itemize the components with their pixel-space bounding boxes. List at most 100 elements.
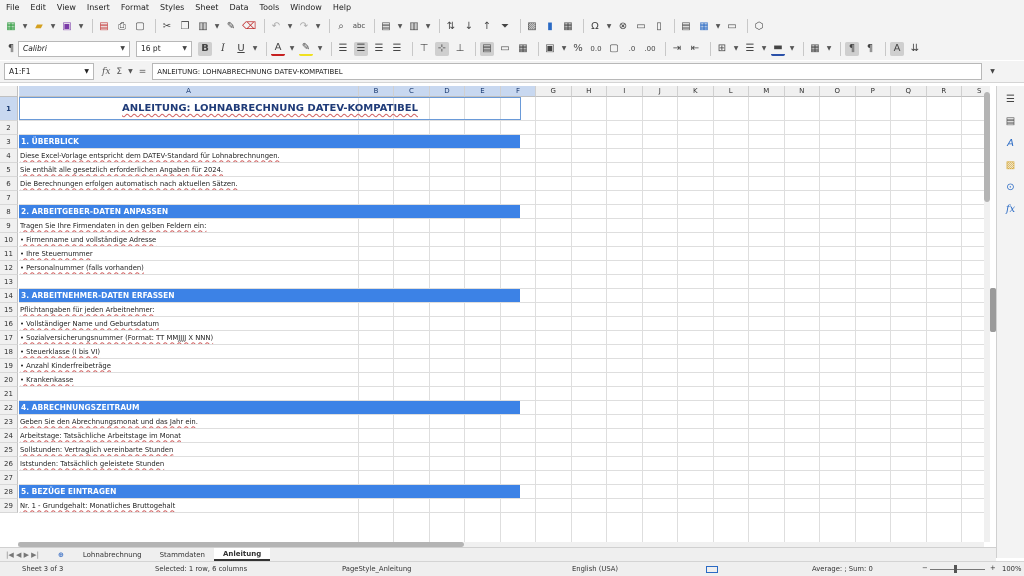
vertical-scroll-thumb[interactable] (984, 92, 990, 202)
column-header-e[interactable]: E (465, 86, 501, 97)
paste-dropdown-icon[interactable]: ▼ (214, 19, 220, 33)
title-cell[interactable]: ANLEITUNG: LOHNABRECHNUNG DATEV-KOMPATIB… (19, 97, 521, 120)
save-dropdown-icon[interactable]: ▼ (78, 19, 84, 33)
add-sheet-icon[interactable]: ⊕ (58, 551, 64, 559)
column-header-r[interactable]: R (926, 86, 962, 97)
redo-icon[interactable]: ↷ (297, 19, 311, 33)
vertical-text-icon[interactable]: A (890, 41, 904, 56)
delete-decimal-icon[interactable]: .00 (643, 42, 657, 56)
split-window-icon[interactable]: ▭ (725, 19, 739, 33)
menu-tools[interactable]: Tools (260, 3, 280, 12)
row-header[interactable]: 27 (0, 471, 18, 485)
status-page-style[interactable]: PageStyle_Anleitung (342, 565, 411, 573)
insert-image-icon[interactable]: ▨ (525, 19, 539, 33)
highlight-dropdown-icon[interactable]: ▼ (317, 42, 323, 56)
column-header-k[interactable]: K (678, 86, 714, 97)
text-cell[interactable]: • Steuerklasse (I bis VI) (19, 345, 520, 358)
row-header[interactable]: 16 (0, 317, 18, 331)
column-header-b[interactable]: B (359, 86, 394, 97)
underline-dropdown-icon[interactable]: ▼ (252, 42, 258, 56)
sort-ascending-icon[interactable]: ↓ (462, 19, 476, 33)
sort-descending-icon[interactable]: ↑ (480, 19, 494, 33)
row-header[interactable]: 9 (0, 219, 18, 233)
border-color-icon[interactable]: ▬ (771, 42, 785, 56)
font-name-combobox[interactable]: Calibri ▼ (18, 40, 130, 57)
text-cell[interactable]: Arbeitstage: Tatsächliche Arbeitstage im… (19, 429, 520, 442)
font-color-icon[interactable]: A (271, 42, 285, 56)
column-header-l[interactable]: L (713, 86, 749, 97)
name-box[interactable]: A1:F1 ▼ (4, 63, 94, 80)
text-cell[interactable]: Geben Sie den Abrechnungsmonat und das J… (19, 415, 520, 428)
define-print-area-icon[interactable]: ▤ (679, 19, 693, 33)
print-icon[interactable]: ⎙ (115, 19, 129, 33)
date-format-icon[interactable]: ▢ (607, 42, 621, 56)
menu-edit[interactable]: Edit (30, 3, 46, 12)
text-cell[interactable]: Pflichtangaben für jeden Arbeitnehmer: (19, 303, 520, 316)
freeze-dropdown-icon[interactable]: ▼ (715, 19, 721, 33)
special-character-dropdown-icon[interactable]: ▼ (606, 19, 612, 33)
menu-sheet[interactable]: Sheet (195, 3, 218, 12)
export-pdf-icon[interactable]: ▤ (97, 19, 111, 33)
find-replace-icon[interactable]: ⌕ (334, 19, 348, 33)
section-header-cell[interactable]: 5. BEZÜGE EINTRAGEN (19, 485, 520, 498)
spelling-icon[interactable]: abc (352, 19, 366, 33)
text-cell[interactable]: Nr. 1 - Grundgehalt: Monatliches Bruttog… (19, 499, 520, 512)
select-all-corner[interactable] (0, 86, 18, 97)
column-header-q[interactable]: Q (891, 86, 927, 97)
row-header[interactable]: 7 (0, 191, 18, 205)
status-sheet[interactable]: Sheet 3 of 3 (22, 565, 63, 573)
tab-stammdaten[interactable]: Stammdaten (151, 548, 214, 561)
font-size-combobox[interactable]: 16 pt ▼ (136, 40, 192, 57)
align-middle-icon[interactable]: ⊹ (435, 41, 449, 56)
hyperlink-icon[interactable]: ⊗ (616, 19, 630, 33)
align-bottom-icon[interactable]: ⊥ (453, 42, 467, 56)
insert-chart-icon[interactable]: ▮ (543, 19, 557, 33)
zoom-slider-knob[interactable] (954, 565, 957, 573)
menu-styles[interactable]: Styles (160, 3, 184, 12)
expand-formula-bar-icon[interactable]: ▼ (990, 68, 995, 75)
text-cell[interactable]: • Vollständiger Name und Geburtsdatum (19, 317, 520, 330)
pivot-table-icon[interactable]: ▦ (561, 19, 575, 33)
increase-indent-icon[interactable]: ⇥ (670, 42, 684, 56)
print-preview-icon[interactable]: ▢ (133, 19, 147, 33)
cut-icon[interactable]: ✂ (160, 19, 174, 33)
row-header[interactable]: 3 (0, 135, 18, 149)
sort-icon[interactable]: ⇅ (444, 19, 458, 33)
currency-format-icon[interactable]: ▣ (543, 42, 557, 56)
column-header-c[interactable]: C (394, 86, 430, 97)
row-icon[interactable]: ▤ (379, 19, 393, 33)
highlight-color-icon[interactable]: ✎ (299, 42, 313, 56)
section-header-cell[interactable]: 1. ÜBERBLICK (19, 135, 520, 148)
column-header-d[interactable]: D (430, 86, 465, 97)
row-header[interactable]: 12 (0, 261, 18, 275)
menu-help[interactable]: Help (333, 3, 351, 12)
autofilter-icon[interactable]: ⏷ (498, 19, 512, 33)
text-cell[interactable]: • Krankenkasse (19, 373, 520, 386)
border-style-dropdown-icon[interactable]: ▼ (761, 42, 767, 56)
text-cell[interactable]: Diese Excel-Vorlage entspricht dem DATEV… (19, 149, 520, 162)
column-header-h[interactable]: H (571, 86, 607, 97)
comment-icon[interactable]: ▭ (634, 19, 648, 33)
decrease-indent-icon[interactable]: ⇤ (688, 42, 702, 56)
special-character-icon[interactable]: Ω (588, 19, 602, 33)
text-cell[interactable]: Sie enthält alle gesetzlich erforderlich… (19, 163, 520, 176)
row-header[interactable]: 6 (0, 177, 18, 191)
selection-mode-icon[interactable] (706, 566, 718, 573)
functions-icon[interactable]: fx (1004, 202, 1018, 216)
borders-icon[interactable]: ⊞ (715, 42, 729, 56)
open-folder-icon[interactable]: ▰ (32, 19, 46, 33)
row-header[interactable]: 5 (0, 163, 18, 177)
text-cell[interactable]: • Personalnummer (falls vorhanden) (19, 261, 520, 274)
justify-icon[interactable]: ☰ (390, 42, 404, 56)
navigator-icon[interactable]: ⊙ (1004, 180, 1018, 194)
paste-icon[interactable]: ▥ (196, 19, 210, 33)
menu-insert[interactable]: Insert (87, 3, 110, 12)
row-header[interactable]: 29 (0, 499, 18, 513)
column-header-i[interactable]: I (607, 86, 643, 97)
text-cell[interactable]: • Firmenname und vollständige Adresse (19, 233, 520, 246)
font-color-dropdown-icon[interactable]: ▼ (289, 42, 295, 56)
spreadsheet-grid[interactable]: A B C D E F G H I J K L M N O P Q R S 1 ANLEITUNG: LOHNABREC… (0, 86, 990, 542)
row-header[interactable]: 10 (0, 233, 18, 247)
align-top-icon[interactable]: ⊤ (417, 42, 431, 56)
menu-format[interactable]: Format (121, 3, 149, 12)
